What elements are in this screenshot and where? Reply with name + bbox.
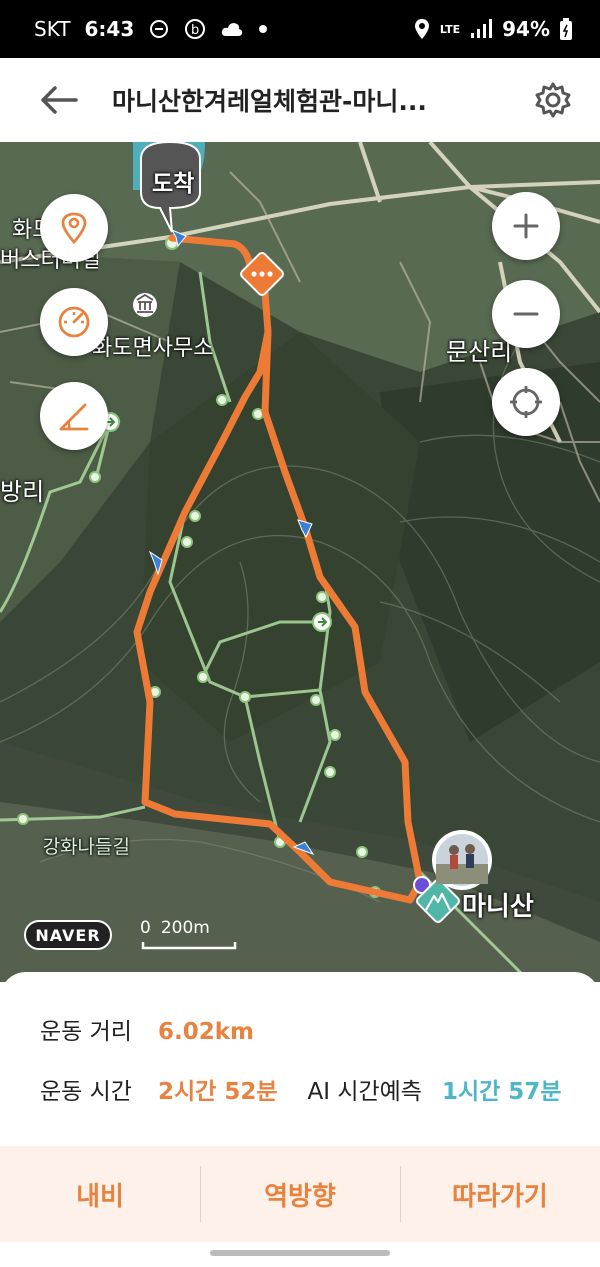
place-label-bangri: 방리	[0, 478, 45, 506]
status-bar: SKT 6:43 b LTE 94%	[0, 0, 600, 58]
naver-logo: NAVER	[24, 920, 112, 950]
carrier-label: SKT	[34, 17, 71, 41]
clock: 6:43	[84, 17, 135, 41]
time-row: 운동 시간 2시간 52분 AI 시간예측 1시간 57분	[40, 1072, 561, 1106]
signal-icon	[471, 19, 493, 38]
home-indicator[interactable]	[210, 1250, 390, 1256]
map-scale: 0 200m	[140, 918, 210, 938]
app-notification-icon	[150, 20, 169, 38]
distance-label: 운동 거리	[40, 1019, 132, 1045]
action-bar: 내비 역방향 따라가기	[0, 1146, 600, 1242]
cloud-icon	[222, 23, 243, 36]
slope-icon	[59, 403, 89, 431]
ai-label: AI 시간예측	[307, 1079, 422, 1105]
arrow-left-icon[interactable]	[40, 85, 78, 115]
battery-percent: 94%	[502, 17, 550, 41]
elevation-button[interactable]	[40, 382, 108, 450]
battery-icon	[560, 18, 572, 40]
time-value: 2시간 52분	[158, 1079, 278, 1105]
my-location-button[interactable]	[492, 368, 560, 436]
speed-button[interactable]	[40, 288, 108, 356]
network-label: LTE	[439, 22, 461, 36]
distance-value: 6.02km	[158, 1019, 255, 1045]
reverse-button[interactable]: 역방향	[200, 1146, 400, 1242]
ai-value: 1시간 57분	[441, 1079, 562, 1105]
place-label-office: 화도면사무소	[92, 336, 214, 361]
navigation-button[interactable]: 내비	[0, 1146, 200, 1242]
svg-text:b: b	[191, 23, 199, 38]
follow-button[interactable]: 따라가기	[400, 1146, 600, 1242]
map-view[interactable]: 도착 화도 버스터미널 화도면사무소 문산리 방리 강화나들길 마니산 NAVE…	[0, 142, 600, 982]
page-title: 마니산한겨레얼체험관-마니...	[112, 87, 427, 116]
time-label: 운동 시간	[40, 1079, 132, 1105]
distance-row: 운동 거리 6.02km	[40, 1012, 254, 1046]
gear-icon[interactable]	[534, 81, 572, 119]
location-icon	[414, 19, 429, 39]
zoom-out-button[interactable]	[492, 280, 560, 348]
plus-icon	[513, 213, 539, 239]
summit-label: 마니산	[462, 892, 534, 922]
zoom-in-button[interactable]	[492, 192, 560, 260]
scale-label: 200m	[160, 918, 210, 938]
b-app-icon: b	[185, 19, 206, 39]
poi-button[interactable]	[40, 194, 108, 262]
trail-label: 강화나들길	[42, 836, 130, 858]
speedometer-icon	[58, 306, 90, 338]
app-header: 마니산한겨레얼체험관-마니...	[0, 58, 600, 142]
arrival-label: 도착	[152, 171, 195, 197]
dot-icon	[259, 25, 268, 33]
crosshair-icon	[510, 386, 542, 418]
minus-icon	[513, 312, 539, 316]
map-pin-icon	[61, 212, 87, 244]
